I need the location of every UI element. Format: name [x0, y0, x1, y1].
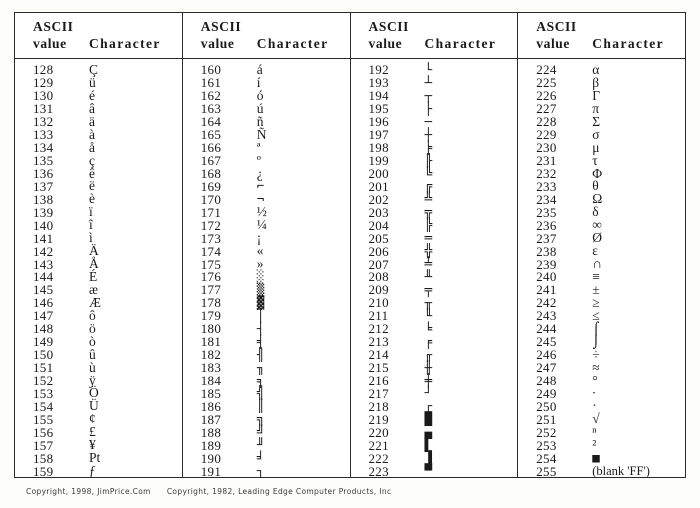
- column-header-1: ASCII value Character: [15, 13, 182, 59]
- ascii-character-table: ASCII value Character 128 Ç 129 ü 130 é 131 â 13…: [14, 12, 686, 479]
- column-header-value-label: value: [368, 36, 403, 51]
- ascii-value-cell: 159: [33, 463, 54, 479]
- column-header-title: ASCII: [368, 19, 410, 34]
- table-row: 255 (blank 'FF'): [518, 463, 685, 479]
- ascii-character-cell: ┐: [256, 463, 265, 479]
- column-header-subrow: value Character: [536, 35, 685, 53]
- column-header-title: ASCII: [536, 19, 577, 34]
- ascii-column-2: ASCII value Character 160 á 161 í 162 ó 163 ú 16…: [182, 13, 351, 479]
- ascii-rows-2: 160 á 161 í 162 ó 163 ú 164 ñ 165 Ñ 166 ª 167 º 168 ¿ 169 ⌐…: [183, 59, 350, 478]
- table-row: 191 ┐: [183, 463, 350, 479]
- column-header-subrow: value Character: [33, 35, 182, 53]
- ascii-rows-3: 192 └ 193 ┴ 194 ┬ 195 ├ 196 ─ 197 ┼ 198 ╞ 199 ╟ 200 ╚ 201 ╔…: [351, 59, 518, 478]
- column-header-character-label: Character: [89, 36, 161, 51]
- column-header-4: ASCII value Character: [518, 13, 685, 59]
- ascii-column-3: ASCII value Character 192 └ 193 ┴ 194 ┬ 195 ├ 19…: [350, 13, 519, 479]
- ascii-column-1: ASCII value Character 128 Ç 129 ü 130 é 131 â 13…: [15, 13, 183, 479]
- column-header-subrow: value Character: [201, 35, 350, 53]
- column-header-3: ASCII value Character: [350, 13, 518, 59]
- column-header-title: ASCII: [200, 19, 242, 34]
- ascii-value-cell: 255: [536, 463, 557, 479]
- scanned-page: ASCII value Character 128 Ç 129 ü 130 é 131 â 13…: [0, 0, 700, 508]
- copyright-footer: Copyright, 1998, JimPrice.Com Copyright, …: [26, 487, 391, 496]
- table-row: 223 ▀: [351, 463, 518, 479]
- column-header-value-label: value: [200, 36, 235, 51]
- column-header-character-label: Character: [592, 36, 665, 51]
- column-header-value-label: value: [536, 36, 571, 51]
- ascii-character-cell: ▀: [424, 463, 433, 479]
- table-row: 159 ƒ: [15, 463, 182, 479]
- column-header-title: ASCII: [33, 19, 74, 34]
- ascii-column-4: ASCII value Character 224 α 225 β 226 Γ 227 π 22…: [518, 13, 685, 479]
- column-header-subrow: value Character: [369, 35, 518, 53]
- ascii-rows-1: 128 Ç 129 ü 130 é 131 â 132 ä 133 à 134 å 135 ç 136 ê 137 ë…: [15, 59, 182, 478]
- column-header-character-label: Character: [424, 36, 497, 51]
- ascii-character-cell: ƒ: [89, 463, 96, 479]
- copyright-leading-edge: Copyright, 1982, Leading Edge Computer P…: [166, 487, 392, 496]
- ascii-value-cell: 223: [368, 463, 389, 479]
- ascii-character-cell: (blank 'FF'): [592, 464, 650, 479]
- ascii-value-cell: 191: [200, 463, 222, 479]
- copyright-jimprice: Copyright, 1998, JimPrice.Com: [26, 487, 151, 496]
- column-header-value-label: value: [33, 36, 67, 51]
- column-header-2: ASCII value Character: [182, 13, 350, 59]
- column-header-character-label: Character: [256, 36, 329, 51]
- ascii-rows-4: 224 α 225 β 226 Γ 227 π 228 Σ 229 σ 230 μ 231 τ 232 Φ 233 θ…: [518, 59, 685, 478]
